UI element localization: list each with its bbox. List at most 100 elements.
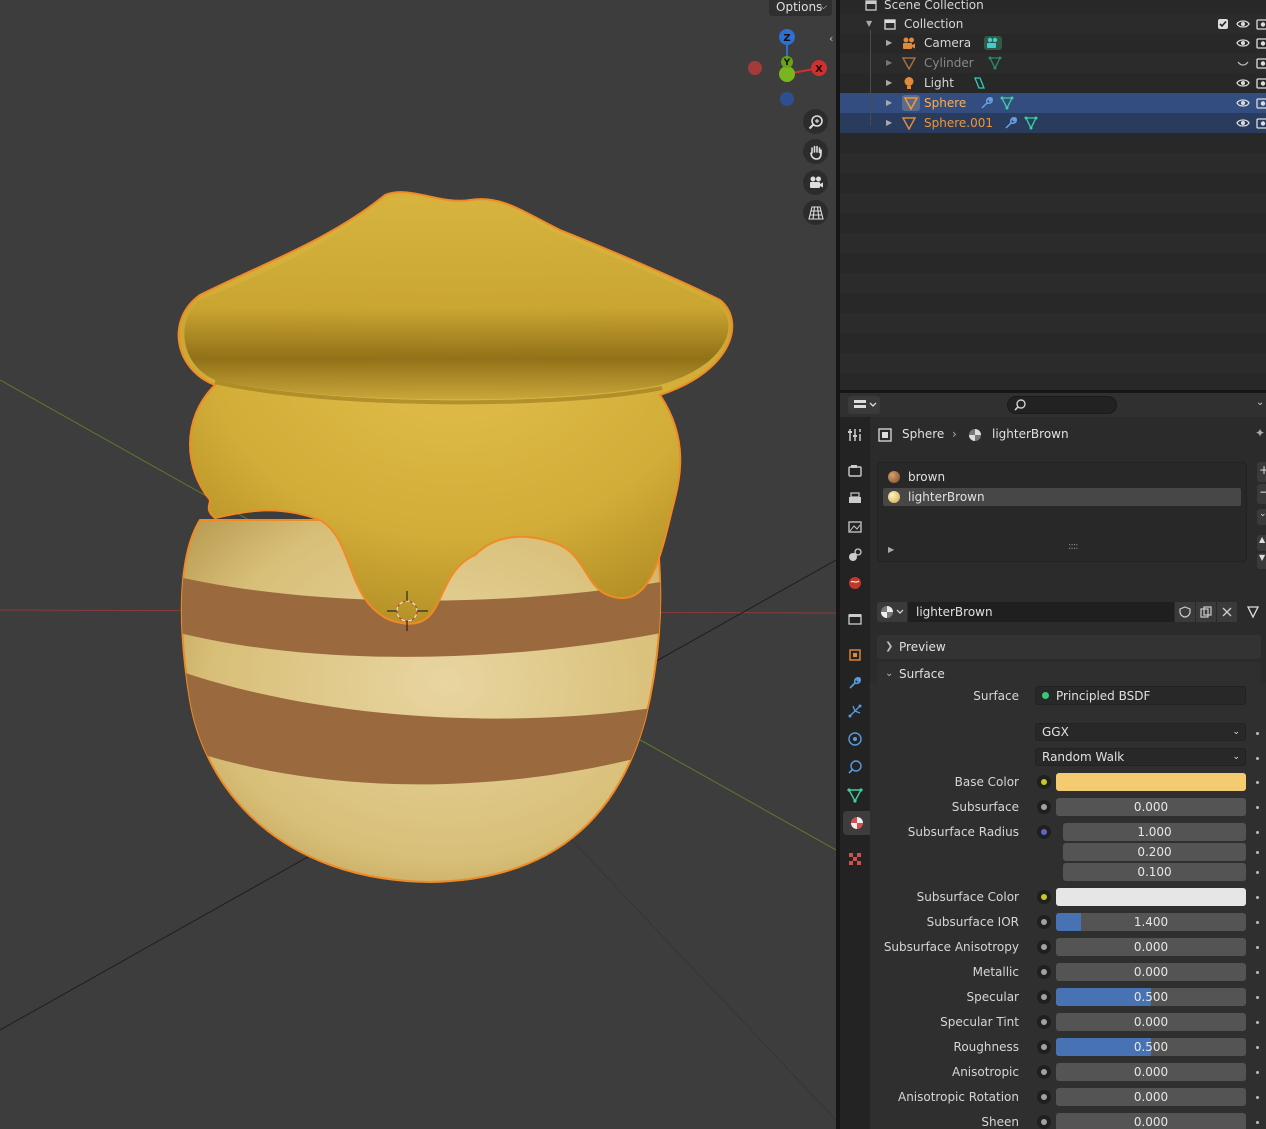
tab-render[interactable] [843,459,867,483]
subsurface-method-dropdown[interactable]: Random Walk ⌄ [1035,748,1246,766]
animate-dot[interactable] [1256,1021,1259,1024]
perspective-toggle-button[interactable] [803,200,828,225]
value-slider-field[interactable]: 0.000 [1056,1088,1246,1106]
camera-view-button[interactable] [803,170,828,195]
input-socket-icon[interactable] [1037,800,1051,814]
expand-right-icon[interactable]: ▶ [888,545,894,554]
tab-material[interactable] [843,811,870,835]
material-slot[interactable]: brown [883,468,1241,486]
editor-type-button[interactable] [848,396,880,414]
camera-data-icon[interactable] [984,36,1002,50]
eye-closed-icon[interactable] [1236,56,1250,70]
expand-right-icon[interactable]: ▶ [886,113,892,133]
expand-right-icon[interactable]: ▶ [886,33,892,53]
move-slot-down-button[interactable]: ▼ [1257,553,1266,569]
checkbox-icon[interactable] [1216,17,1230,31]
value-slider-field[interactable]: 0.500 [1056,1038,1246,1056]
input-socket-icon[interactable] [1037,1065,1051,1079]
value-slider-field[interactable]: 0.100 [1063,863,1246,881]
mesh-data-icon[interactable] [1000,96,1014,110]
value-slider-field[interactable]: 1.400 [1056,913,1246,931]
outliner-row-sphere[interactable]: ▶ Sphere [840,93,1266,113]
resize-handle-icon[interactable]: :::: [1068,541,1079,552]
eye-icon[interactable] [1236,76,1250,90]
tab-collection[interactable] [843,607,867,631]
input-socket-icon[interactable] [1037,1015,1051,1029]
value-slider-field[interactable]: 0.500 [1056,988,1246,1006]
input-socket-icon[interactable] [1037,915,1051,929]
collapse-sidebar-arrow-icon[interactable]: ‹ [829,32,833,45]
render-camera-icon[interactable] [1256,96,1266,110]
tab-view-layer[interactable] [843,515,867,539]
value-slider-field[interactable]: 0.000 [1056,1063,1246,1081]
outliner[interactable]: Scene Collection ▼ Collection ▶ Camera ▶… [840,0,1266,390]
browse-material-button[interactable] [877,602,907,622]
3d-viewport[interactable]: Z X Y Options ⌵ ‹ [0,0,836,1129]
outliner-row-collection[interactable]: ▼ Collection [840,14,1266,34]
properties-editor[interactable]: ⌄ Sphere › lighterBrown ✦ brown lighterB… [840,393,1266,1129]
slot-specials-button[interactable]: ⌄ [1257,509,1266,525]
pin-icon[interactable]: ✦ [1255,426,1265,440]
render-camera-icon[interactable] [1256,116,1266,130]
material-slot[interactable]: lighterBrown [883,488,1241,506]
eye-icon[interactable] [1236,17,1250,31]
input-socket-icon[interactable] [1037,1090,1051,1104]
animate-dot[interactable] [1256,781,1259,784]
duplicate-material-button[interactable] [1196,602,1216,622]
mesh-data-icon[interactable] [988,56,1002,70]
material-name-field[interactable]: lighterBrown [908,602,1174,622]
animate-dot[interactable] [1256,851,1259,854]
input-socket-icon[interactable] [1037,825,1051,839]
mesh-data-icon[interactable] [1024,116,1038,130]
animate-dot[interactable] [1256,971,1259,974]
expand-right-icon[interactable]: ▶ [886,73,892,93]
value-slider-field[interactable]: 1.000 [1063,823,1246,841]
render-camera-icon[interactable] [1256,76,1266,90]
animate-dot[interactable] [1256,1096,1259,1099]
animate-dot[interactable] [1256,896,1259,899]
input-socket-icon[interactable] [1037,1040,1051,1054]
value-slider-field[interactable]: 0.000 [1056,963,1246,981]
distribution-dropdown[interactable]: GGX ⌄ [1035,723,1246,741]
eye-icon[interactable] [1236,116,1250,130]
animate-dot[interactable] [1256,921,1259,924]
tab-data[interactable] [843,783,867,807]
value-slider-field[interactable]: 0.000 [1056,1113,1246,1129]
tab-tool[interactable] [843,423,867,447]
animate-dot[interactable] [1256,732,1259,735]
material-slot-list[interactable]: brown lighterBrown ▶ :::: [877,462,1247,562]
eye-icon[interactable] [1236,36,1250,50]
move-slot-up-button[interactable]: ▲ [1257,535,1266,551]
tab-constraints[interactable] [843,755,867,779]
animate-dot[interactable] [1256,1071,1259,1074]
pan-button[interactable] [803,139,828,164]
input-socket-icon[interactable] [1037,940,1051,954]
value-slider-field[interactable]: 0.200 [1063,843,1246,861]
properties-search-input[interactable] [1007,396,1117,414]
outliner-row-sphere-001[interactable]: ▶ Sphere.001 [840,113,1266,133]
value-slider-field[interactable]: 0.000 [1056,938,1246,956]
expand-right-icon[interactable]: ▶ [886,93,892,113]
color-swatch-field[interactable] [1056,888,1246,906]
value-slider-field[interactable]: 0.000 [1056,1013,1246,1031]
outliner-row-scene-collection[interactable]: Scene Collection [840,0,1266,15]
animate-dot[interactable] [1256,996,1259,999]
animate-dot[interactable] [1256,946,1259,949]
input-socket-icon[interactable] [1037,890,1051,904]
outliner-row-cylinder[interactable]: ▶ Cylinder [840,53,1266,73]
wrench-modifier-icon[interactable] [980,96,994,110]
value-slider-field[interactable]: 0.000 [1056,798,1246,816]
surface-shader-select[interactable]: Principled BSDF [1035,686,1246,705]
fake-user-button[interactable] [1175,602,1195,622]
add-slot-button[interactable]: + [1257,462,1266,482]
tab-object[interactable] [843,643,867,667]
animate-dot[interactable] [1256,1121,1259,1124]
tab-particles[interactable] [843,699,867,723]
animate-dot[interactable] [1256,757,1259,760]
render-camera-icon[interactable] [1256,36,1266,50]
input-socket-icon[interactable] [1037,775,1051,789]
animate-dot[interactable] [1256,871,1259,874]
tab-world[interactable] [843,571,867,595]
animate-dot[interactable] [1256,806,1259,809]
expand-right-icon[interactable]: ▶ [886,53,892,73]
